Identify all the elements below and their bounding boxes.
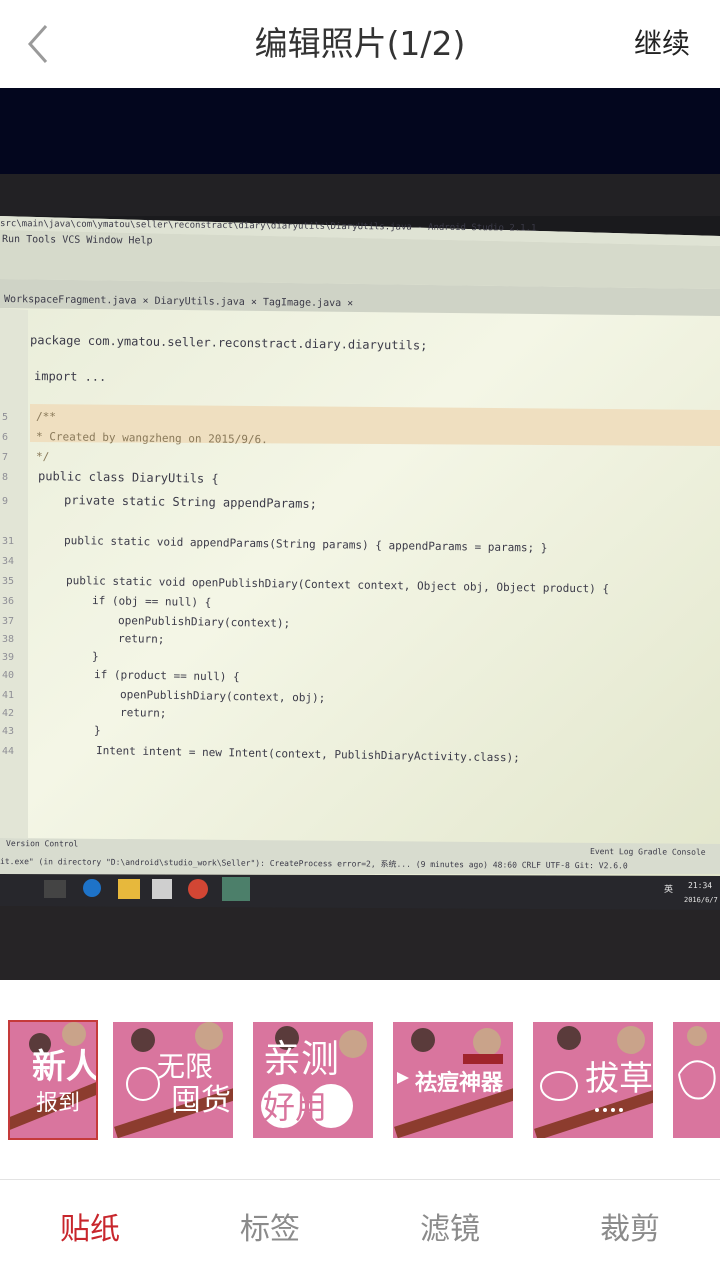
tab-filter[interactable]: 滤镜 — [360, 1180, 540, 1280]
tab-crop[interactable]: 裁剪 — [540, 1180, 720, 1280]
photo-line-number: 34 — [2, 556, 14, 567]
tab-sticker[interactable]: 贴纸 — [0, 1180, 180, 1280]
photo-screen-text: public class DiaryUtils { — [38, 469, 219, 486]
sticker-text: 亲测 — [263, 1037, 339, 1081]
continue-button[interactable]: 继续 — [634, 0, 690, 88]
photo-line-number: 8 — [2, 472, 8, 483]
sticker-text: 报到 — [36, 1091, 80, 1116]
photo-screen-text: if (obj == null) { — [92, 594, 211, 609]
sticker-text: 囤货 — [171, 1083, 231, 1118]
sticker-text: 无限 — [157, 1050, 213, 1083]
photo-line-number: 6 — [2, 432, 8, 443]
sticker-strip[interactable]: 新人 报到 无限 囤货 亲测 好用 祛痘神器 拔草 — [0, 980, 720, 1180]
photo-line-number: 43 — [2, 726, 14, 737]
photo-line-number: 7 — [2, 452, 8, 463]
sticker-text: 拔草 — [585, 1059, 653, 1099]
sticker-text: 祛痘神器 — [415, 1070, 504, 1096]
photo-line-number: 5 — [2, 412, 8, 423]
tab-label[interactable]: 标签 — [180, 1180, 360, 1280]
sticker-new-arrival[interactable]: 新人 报到 — [8, 1020, 98, 1140]
edited-photo[interactable]: src\main\java\com\ymatou\seller\reconstr… — [0, 174, 720, 980]
sticker-text: 好用 — [263, 1088, 327, 1126]
photo-line-number: 35 — [2, 576, 14, 587]
photo-screen-text: Run Tools VCS Window Help — [2, 234, 153, 247]
photo-screen-text: import ... — [34, 369, 106, 384]
sticker-text: 新人 — [32, 1047, 96, 1087]
photo-screen-text: 英 — [664, 883, 673, 895]
photo-screen-text: return; — [120, 706, 167, 720]
photo-screen-text: if (product == null) { — [94, 668, 240, 684]
photo-line-number: 39 — [2, 652, 14, 663]
photo-line-number: 36 — [2, 596, 14, 607]
photo-line-number: 37 — [2, 616, 14, 627]
photo-line-number: 40 — [2, 670, 14, 681]
photo-screen-text: 21:34 — [688, 881, 712, 890]
photo-line-number: 38 — [2, 634, 14, 645]
chevron-left-icon — [27, 25, 48, 63]
page-title: 编辑照片(1/2) — [254, 24, 466, 63]
bottom-tab-bar: 贴纸 标签 滤镜 裁剪 — [0, 1180, 720, 1280]
sticker-acne-remover[interactable]: 祛痘神器 — [393, 1022, 513, 1138]
photo-line-number: 44 — [2, 746, 14, 757]
photo-screen-text: Event Log Gradle Console — [590, 847, 706, 857]
photo-screen-text: */ — [36, 450, 49, 463]
sticker-weed-out[interactable]: 拔草 — [533, 1022, 653, 1138]
photo-screen-text: /** — [36, 410, 56, 423]
photo-line-number: 31 — [2, 536, 14, 547]
photo-screen-text: 2016/6/7 — [684, 896, 718, 904]
photo-screen-text: Version Control — [6, 839, 78, 849]
sticker-unlimited-stock[interactable]: 无限 囤货 — [113, 1022, 233, 1138]
back-button[interactable] — [20, 20, 60, 68]
photo-screen-text: return; — [118, 632, 165, 646]
sticker-tested-good[interactable]: 亲测 好用 — [253, 1022, 373, 1138]
sticker-partial[interactable] — [673, 1022, 720, 1138]
photo-line-number: 42 — [2, 708, 14, 719]
photo-line-number: 41 — [2, 690, 14, 701]
photo-line-number: 9 — [2, 496, 8, 507]
photo-preview-area[interactable]: src\main\java\com\ymatou\seller\reconstr… — [0, 88, 720, 980]
top-bar: 编辑照片(1/2) 继续 — [0, 0, 720, 88]
photo-screen-text: } — [94, 724, 101, 737]
photo-screen-text: } — [92, 650, 99, 663]
